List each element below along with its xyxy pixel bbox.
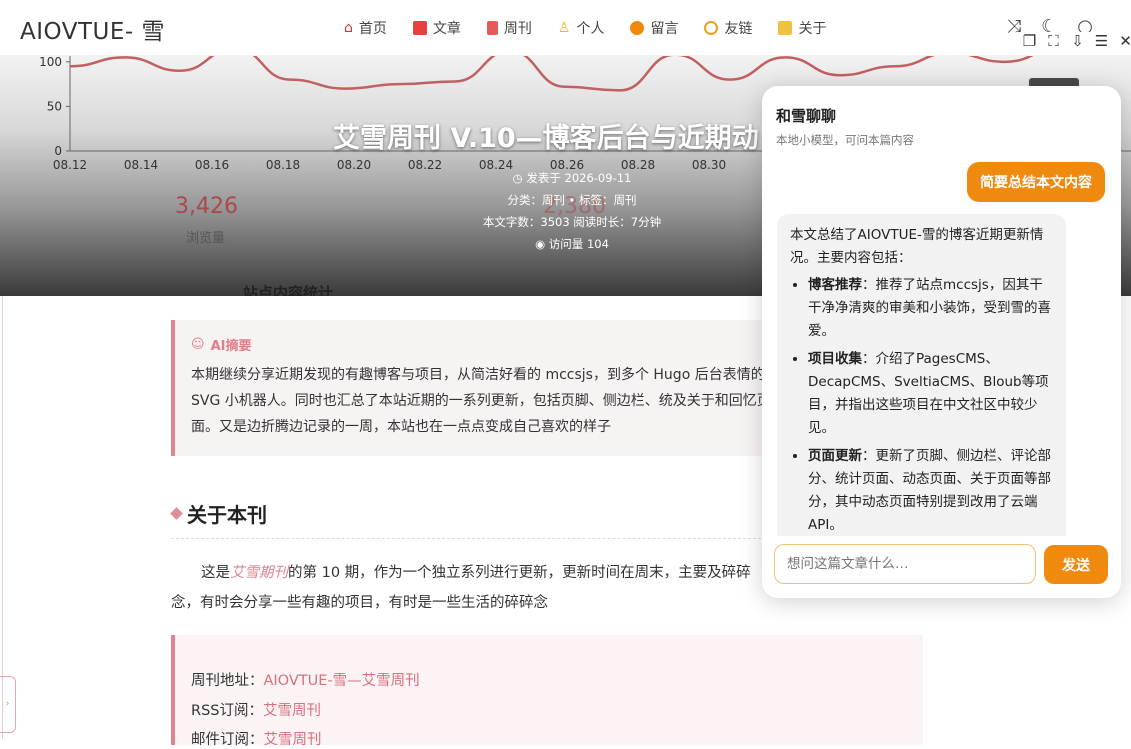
section-divider (171, 538, 761, 539)
info-label: 周刊地址： (191, 673, 264, 689)
info-icon (778, 21, 793, 35)
weekly-link[interactable]: 艾雪期刊 (230, 565, 288, 581)
clock-icon: ◷ (512, 171, 527, 185)
globe-icon (704, 21, 719, 35)
document-icon (486, 21, 498, 35)
bot-intro: 本文总结了AIOVTUE-雪的博客近期更新情况。主要内容包括： (790, 227, 1044, 266)
send-button[interactable]: 发送 (1044, 545, 1108, 584)
restore-icon[interactable]: ❐ (1020, 32, 1039, 50)
chat-input[interactable] (774, 544, 1036, 584)
x-tick-label: 08.20 (337, 158, 371, 172)
menu-item-label: 留言 (650, 21, 679, 37)
menu-item-label: 周刊 (503, 21, 532, 37)
chat-icon (630, 21, 645, 35)
menu-item-links[interactable]: 友链 (704, 18, 752, 38)
menu-item-about[interactable]: 关于 (778, 18, 826, 38)
y-tick-label: 100 (39, 56, 62, 69)
bot-message: 本文总结了AIOVTUE-雪的博客近期更新情况。主要内容包括： 博客推荐：推荐了… (777, 214, 1066, 536)
post-views: 访问量 104 (548, 237, 609, 251)
ai-summary-label: AI摘要 (210, 339, 252, 354)
menu-item-personal[interactable]: ♙ 个人 (558, 18, 605, 38)
bot-item-title: 页面更新 (808, 448, 862, 464)
ai-summary-text: 本期继续分享近期发现的有趣博客与项目，从简洁好看的 mccsjs，到多个 Hug… (191, 367, 771, 435)
bot-list-item: 项目收集：介绍了PagesCMS、DecapCMS、SveltiaCMS、Blo… (808, 348, 1053, 440)
x-tick-label: 08.12 (53, 158, 87, 172)
info-label: 邮件订阅： (191, 732, 264, 748)
menu-item-label: 友链 (724, 21, 753, 37)
menu-item-message[interactable]: 留言 (630, 18, 678, 38)
article-paragraph: 这是艾雪期刊的第 10 期，作为一个独立系列进行更新，更新时间在周末，主要及碎碎… (171, 558, 766, 618)
chat-panel: 和雪聊聊 本地小模型，可问本篇内容 简要总结本文内容 本文总结了AIOVTUE-… (762, 86, 1121, 598)
stat-label: 浏览量 (186, 231, 226, 246)
window-controls: ❐ ⛶ ⇩ ☰ ✕ (1016, 32, 1131, 50)
ai-summary-title: ☺ AI摘要 (191, 335, 251, 354)
chat-subtitle: 本地小模型，可问本篇内容 (776, 133, 914, 147)
bot-item-title: 博客推荐 (808, 277, 862, 293)
x-tick-label: 08.18 (266, 158, 300, 172)
user-message: 简要总结本文内容 (967, 162, 1105, 202)
bot-list: 博客推荐：推荐了站点mccsjs，因其干干净净清爽的审美和小装饰，受到雪的喜爱。… (790, 274, 1053, 536)
post-word-count: 本文字数：3503 阅读时长：7分钟 (482, 215, 662, 229)
rss-link[interactable]: 艾雪周刊 (263, 703, 321, 719)
post-meta: ◷ 发表于 2026-09-11 分类：周刊 • 标签：周刊 本文字数：3503… (392, 167, 752, 255)
stat-value: 3,426 (175, 194, 238, 219)
bot-list-item: 博客推荐：推荐了站点mccsjs，因其干干净净清爽的审美和小装饰，受到雪的喜爱。 (808, 274, 1053, 343)
bot-item-title: 项目收集 (808, 351, 862, 367)
menu-item-home[interactable]: ⌂ 首页 (344, 18, 387, 38)
chevron-right-icon: › (5, 699, 10, 709)
menu-item-label: 个人 (576, 21, 605, 37)
left-divider (2, 296, 3, 739)
book-icon (412, 21, 427, 35)
x-tick-label: 08.14 (124, 158, 158, 172)
para-text: 这是 (201, 565, 230, 581)
section-heading: 关于本刊 (170, 499, 267, 528)
info-row: 周刊地址：AIOVTUE-雪—艾雪周刊 (191, 669, 420, 690)
close-icon[interactable]: ✕ (1116, 32, 1131, 50)
post-title: 艾雪周刊 V.10—博客后台与近期动 (333, 123, 759, 154)
bot-list-item: 页面更新：更新了页脚、侧边栏、评论部分、统计页面、动态页面、关于页面等部分，其中… (808, 445, 1053, 536)
person-icon: ♙ (557, 20, 571, 36)
main-menu: ⌂ 首页 文章 周刊 ♙ 个人 留言 友链 关于 (344, 18, 826, 38)
email-link[interactable]: 艾雪周刊 (264, 732, 322, 748)
fullscreen-icon[interactable]: ⛶ (1044, 32, 1063, 50)
chat-title: 和雪聊聊 (776, 107, 837, 125)
post-category[interactable]: 分类：周刊 • 标签：周刊 (392, 189, 752, 211)
weekly-info-box: 周刊地址：AIOVTUE-雪—艾雪周刊 RSS订阅：艾雪周刊 邮件订阅：艾雪周刊 (171, 635, 923, 748)
weekly-address-link[interactable]: AIOVTUE-雪—艾雪周刊 (264, 673, 420, 689)
sidebar-toggle[interactable]: › (0, 676, 16, 733)
menu-item-articles[interactable]: 文章 (412, 18, 461, 38)
y-tick-label: 50 (47, 99, 62, 113)
y-tick-label: 0 (54, 144, 62, 158)
menu-item-label: 关于 (798, 21, 827, 37)
site-title[interactable]: AIOVTUE- 雪 (20, 12, 165, 46)
menu-item-label: 首页 (358, 21, 387, 37)
top-nav: AIOVTUE- 雪 ⌂ 首页 文章 周刊 ♙ 个人 留言 友链 关于 ⤨ ☾ … (0, 0, 1131, 56)
menu-icon[interactable]: ☰ (1092, 32, 1111, 50)
download-icon[interactable]: ⇩ (1068, 32, 1087, 50)
hero-section-label: 站点内容统计 (243, 284, 334, 296)
home-icon: ⌂ (344, 20, 353, 36)
eye-icon: ◉ (535, 237, 549, 251)
menu-item-label: 文章 (432, 21, 461, 37)
info-row: RSS订阅：艾雪周刊 (191, 699, 321, 720)
post-date: 发表于 2026-09-11 (526, 171, 632, 185)
menu-item-weekly[interactable]: 周刊 (486, 18, 532, 38)
x-tick-label: 08.16 (195, 158, 229, 172)
diamond-icon (170, 507, 183, 520)
info-label: RSS订阅： (191, 703, 263, 719)
robot-icon: ☺ (191, 337, 205, 352)
section-heading-text: 关于本刊 (187, 503, 267, 527)
